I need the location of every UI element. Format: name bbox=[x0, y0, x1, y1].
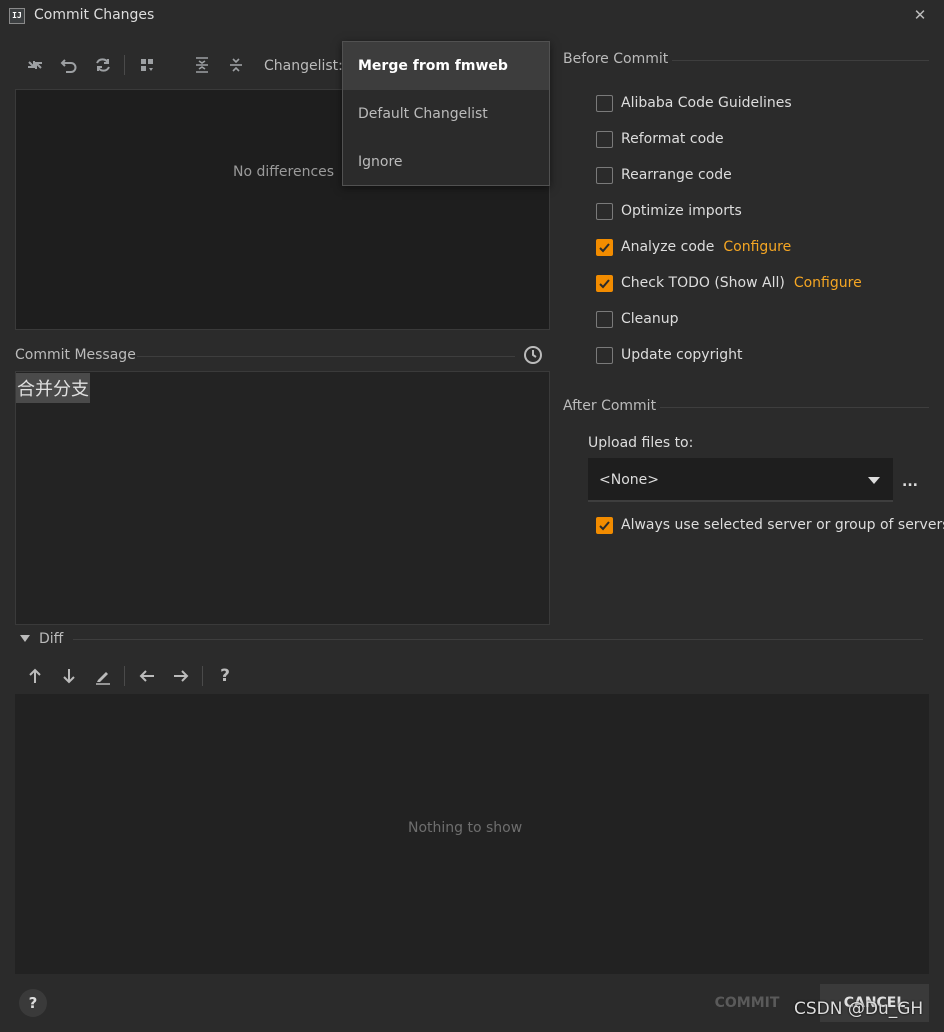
checkbox[interactable] bbox=[596, 202, 613, 220]
option-label: Analyze code bbox=[621, 239, 715, 255]
commit-message-text: 合并分支 bbox=[16, 373, 90, 403]
option-label: Always use selected server or group of s… bbox=[621, 517, 944, 533]
checkbox[interactable] bbox=[596, 310, 613, 328]
checkbox-checked[interactable] bbox=[596, 274, 613, 292]
checkbox-checked[interactable] bbox=[596, 516, 613, 534]
changelist-option-default[interactable]: Default Changelist bbox=[343, 90, 549, 138]
refresh-icon[interactable] bbox=[91, 53, 115, 77]
option-reformat-code[interactable]: Reformat code bbox=[596, 129, 724, 149]
diff-divider bbox=[73, 639, 923, 640]
intellij-logo-icon: IJ bbox=[9, 8, 25, 24]
option-check-todo[interactable]: Check TODO (Show All) Configure bbox=[596, 273, 862, 293]
commit-message-label: Commit Message bbox=[15, 347, 136, 363]
option-label: Rearrange code bbox=[621, 167, 732, 183]
upload-server-value: <None> bbox=[599, 472, 659, 488]
help-icon[interactable]: ? bbox=[213, 664, 237, 688]
nothing-to-show-text: Nothing to show bbox=[408, 820, 523, 836]
history-icon[interactable] bbox=[522, 344, 544, 366]
option-label: Reformat code bbox=[621, 131, 724, 147]
triangle-down-icon[interactable] bbox=[20, 635, 30, 642]
option-update-copyright[interactable]: Update copyright bbox=[596, 345, 742, 365]
before-commit-title: Before Commit bbox=[563, 51, 669, 67]
help-button[interactable]: ? bbox=[19, 989, 47, 1017]
toolbar-separator bbox=[202, 666, 203, 686]
commit-message-divider bbox=[137, 356, 515, 357]
commit-button[interactable]: COMMIT bbox=[705, 984, 789, 1022]
no-differences-text: No differences bbox=[233, 164, 335, 180]
watermark-text: CSDN @Du_GH bbox=[794, 999, 924, 1019]
checkbox[interactable] bbox=[596, 130, 613, 148]
expand-all-icon[interactable] bbox=[190, 53, 214, 77]
option-cleanup[interactable]: Cleanup bbox=[596, 309, 679, 329]
option-rearrange-code[interactable]: Rearrange code bbox=[596, 165, 732, 185]
after-commit-title: After Commit bbox=[563, 398, 657, 414]
toolbar-separator bbox=[124, 666, 125, 686]
diff-section-label[interactable]: Diff bbox=[39, 631, 63, 647]
rollback-icon[interactable] bbox=[57, 53, 81, 77]
option-alibaba-guidelines[interactable]: Alibaba Code Guidelines bbox=[596, 93, 792, 113]
window-title: Commit Changes bbox=[34, 7, 155, 23]
collapse-all-icon[interactable] bbox=[224, 53, 248, 77]
chevron-down-icon bbox=[868, 477, 880, 484]
option-label: Alibaba Code Guidelines bbox=[621, 95, 792, 111]
checkbox[interactable] bbox=[596, 94, 613, 112]
upload-files-label: Upload files to: bbox=[588, 435, 694, 451]
arrow-left-icon[interactable] bbox=[135, 664, 159, 688]
arrow-up-icon[interactable] bbox=[23, 664, 47, 688]
group-by-icon[interactable] bbox=[136, 53, 160, 77]
option-always-use-server[interactable]: Always use selected server or group of s… bbox=[596, 515, 944, 535]
changelist-option-merge[interactable]: Merge from fmweb bbox=[343, 42, 549, 90]
configure-link-analyze[interactable]: Configure bbox=[723, 239, 791, 255]
checkbox[interactable] bbox=[596, 166, 613, 184]
option-label: Check TODO (Show All) bbox=[621, 275, 785, 291]
after-commit-divider bbox=[660, 407, 929, 408]
changelist-label: Changelist: bbox=[264, 58, 343, 74]
checkbox[interactable] bbox=[596, 346, 613, 364]
commit-message-input[interactable] bbox=[15, 371, 550, 625]
more-servers-button[interactable]: ... bbox=[902, 474, 918, 490]
arrow-right-icon[interactable] bbox=[169, 664, 193, 688]
changelist-dropdown-menu: Merge from fmweb Default Changelist Igno… bbox=[342, 41, 550, 186]
arrow-down-icon[interactable] bbox=[57, 664, 81, 688]
option-optimize-imports[interactable]: Optimize imports bbox=[596, 201, 742, 221]
option-label: Cleanup bbox=[621, 311, 679, 327]
option-label: Optimize imports bbox=[621, 203, 742, 219]
configure-link-todo[interactable]: Configure bbox=[794, 275, 862, 291]
before-commit-divider bbox=[672, 60, 929, 61]
changelist-option-ignore[interactable]: Ignore bbox=[343, 138, 549, 186]
option-label: Update copyright bbox=[621, 347, 743, 363]
checkbox-checked[interactable] bbox=[596, 238, 613, 256]
close-button[interactable]: ✕ bbox=[910, 5, 930, 25]
toolbar-separator bbox=[124, 55, 125, 75]
option-analyze-code[interactable]: Analyze code Configure bbox=[596, 237, 791, 257]
show-diff-icon[interactable] bbox=[23, 53, 47, 77]
edit-icon[interactable] bbox=[91, 664, 115, 688]
